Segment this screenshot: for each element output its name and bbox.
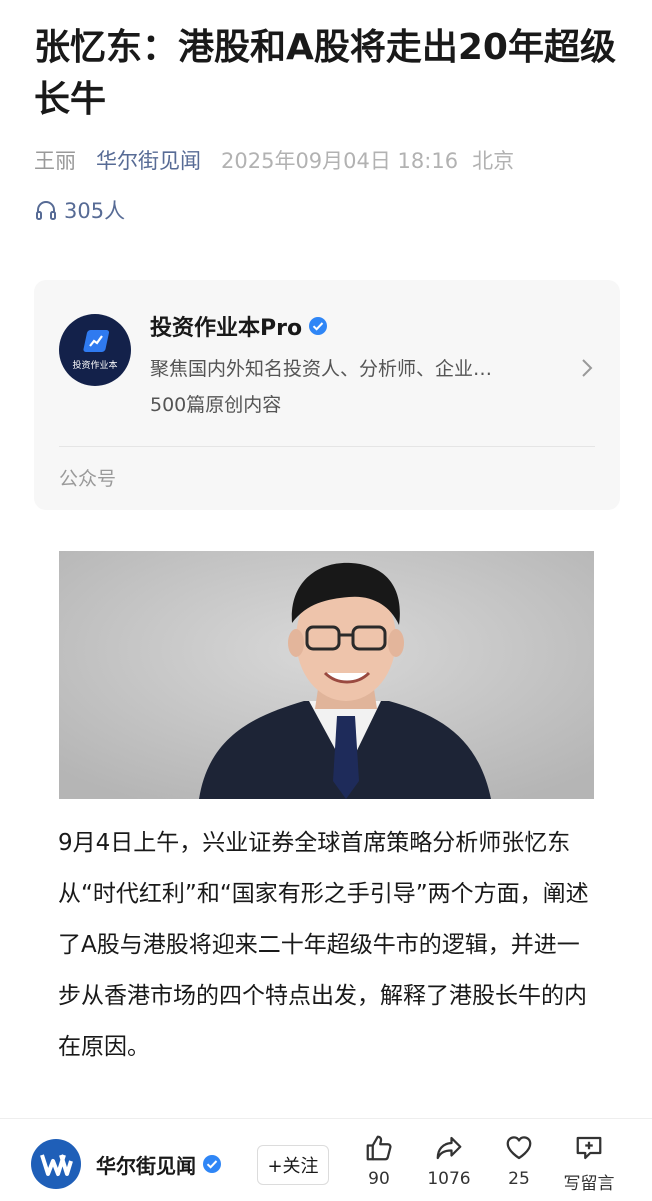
source-name[interactable]: 华尔街见闻 — [96, 1149, 222, 1179]
account-type: 公众号 — [59, 468, 117, 490]
account-name: 投资作业本Pro — [150, 310, 328, 342]
verified-badge-icon — [309, 317, 328, 335]
card-divider — [59, 446, 595, 447]
share-button[interactable]: 1076 — [414, 1133, 484, 1199]
follow-button[interactable]: +关注 — [257, 1145, 329, 1185]
account-name-text: 投资作业本Pro — [150, 316, 303, 341]
account-logo: 投资作业本 — [59, 314, 131, 386]
like-count: 90 — [368, 1169, 390, 1189]
source-link[interactable]: 华尔街见闻 — [96, 145, 201, 175]
verified-badge-icon — [203, 1155, 221, 1173]
account-description: 聚焦国内外知名投资人、分析师、企业… — [150, 358, 493, 380]
article-body: 9月4日上午，兴业证券全球首席策略分析师张忆东从“时代红利”和“国家有形之手引导… — [58, 830, 589, 1060]
source-name-text: 华尔街见闻 — [96, 1153, 196, 1178]
portrait-image — [59, 551, 594, 799]
comment-button[interactable]: 写留言 — [554, 1133, 624, 1199]
logo-chart-icon — [83, 330, 109, 352]
listen-button[interactable]: 305人 — [34, 193, 125, 227]
comment-label: 写留言 — [563, 1174, 615, 1194]
account-card[interactable]: 投资作业本 投资作业本Pro 聚焦国内外知名投资人、分析师、企业… 500篇原创… — [34, 280, 620, 510]
heart-icon — [506, 1136, 532, 1160]
share-count: 1076 — [427, 1169, 471, 1189]
author-name: 王丽 — [34, 149, 76, 173]
publish-location: 北京 — [472, 149, 515, 173]
chevron-right-icon — [582, 359, 593, 377]
article-photo — [59, 551, 594, 799]
like-button[interactable]: 90 — [344, 1133, 414, 1199]
bottom-bar: 华尔街见闻 +关注 90 1076 25 写留言 — [0, 1118, 652, 1201]
article-meta: 王丽 华尔街见闻 2025年09月04日 18:16 北京 — [34, 143, 514, 177]
thumbs-up-icon — [366, 1135, 392, 1161]
favorite-count: 25 — [508, 1169, 530, 1189]
favorite-button[interactable]: 25 — [484, 1133, 554, 1199]
publish-date: 2025年09月04日 18:16 — [221, 149, 459, 173]
share-icon — [436, 1136, 462, 1160]
source-logo[interactable] — [31, 1139, 81, 1189]
headphones-icon — [36, 201, 56, 220]
comment-icon — [576, 1136, 602, 1160]
wallstreetcn-logo-icon — [40, 1154, 73, 1176]
logo-text: 投资作业本 — [72, 361, 118, 371]
article-title: 张忆东：港股和A股将走出20年超级长牛 — [34, 27, 616, 120]
listener-count: 305人 — [64, 199, 126, 223]
account-article-count: 500篇原创内容 — [150, 394, 282, 416]
